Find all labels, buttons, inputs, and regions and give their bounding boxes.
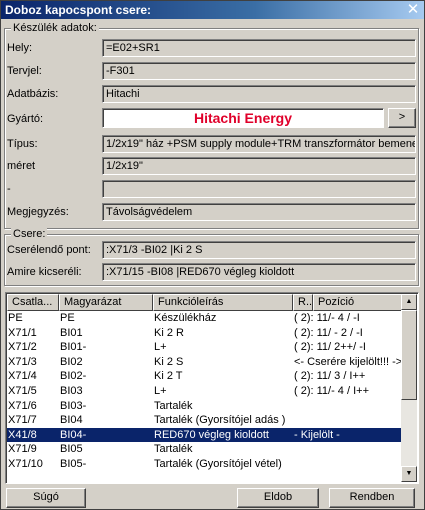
amire-label: Amire kicseréli:	[7, 266, 82, 278]
scroll-up-icon[interactable]: ▲	[401, 294, 417, 310]
table-row[interactable]: X71/2 BI01- L+ ( 2): 11/ 2++/ -I	[7, 340, 403, 355]
table-row[interactable]: X71/7 BI04 Tartalék (Gyorsítójel adás )	[7, 413, 403, 428]
title-bar: Doboz kapocspont csere: ✕	[1, 1, 424, 19]
cell-csatlakozo: X71/2	[8, 341, 37, 354]
column-header-csatlakozo[interactable]: Csatla...	[7, 294, 59, 311]
column-header-r[interactable]: R...	[293, 294, 313, 311]
megjegyzes-label: Megjegyzés:	[7, 206, 69, 218]
tervjel-field[interactable]: -F301	[102, 62, 416, 80]
hely-label: Hely:	[7, 42, 33, 54]
megjegyzes-field[interactable]: Távolságvédelem	[102, 203, 416, 221]
close-icon[interactable]: ✕	[406, 1, 420, 19]
dialog-window: Doboz kapocspont csere: ✕ Készülék adato…	[0, 0, 425, 510]
vertical-scrollbar[interactable]: ▲ ▼	[401, 294, 417, 482]
cell-csatlakozo: X71/10	[8, 457, 43, 470]
column-header-pozicio[interactable]: Pozíció	[313, 294, 404, 311]
tervjel-label: Tervjel:	[7, 65, 42, 77]
hely-field[interactable]: =E02+SR1	[102, 39, 416, 57]
meret-field[interactable]: 1/2x19"	[102, 157, 416, 175]
gyarto-label: Gyártó:	[7, 113, 44, 125]
cell-funkcioleiras: Tartalék (Gyorsítójel adás )	[154, 414, 286, 427]
cell-csatlakozo: PE	[8, 312, 23, 324]
table-row[interactable]: X71/9 BI05 Tartalék	[7, 442, 403, 457]
tipus-field[interactable]: 1/2x19" ház +PSM supply module+TRM trans…	[102, 135, 416, 153]
cell-funkcioleiras: Ki 2 R	[154, 326, 184, 339]
manufacturer-field[interactable]: Hitachi Energy	[102, 108, 384, 128]
cell-magyarazat: BI05-	[60, 457, 87, 470]
column-header-magyarazat[interactable]: Magyarázat	[59, 294, 153, 311]
cell-magyarazat: BI05	[60, 443, 83, 456]
cell-csatlakozo: X71/9	[8, 443, 37, 456]
cell-magyarazat: BI03-	[60, 399, 87, 412]
scroll-thumb[interactable]	[401, 310, 417, 400]
list-rows: PE PE Készülékház ( 2): 11/- 4 / -I X71/1 BI0…	[7, 311, 403, 472]
cell-funkcioleiras: L+	[154, 384, 167, 397]
adatbazis-field[interactable]: Hitachi	[102, 85, 416, 103]
cell-magyarazat: BI03	[60, 384, 83, 397]
cell-magyarazat: BI02	[60, 355, 83, 368]
terminal-list[interactable]: Csatla... Magyarázat Funkcióleírás R... …	[5, 292, 419, 484]
cell-pozicio: ( 2): 11/ 3 / I++	[294, 370, 366, 383]
cell-csatlakozo: X71/3	[8, 355, 37, 368]
help-button[interactable]: Súgó	[6, 488, 86, 508]
discard-button[interactable]: Eldob	[237, 488, 319, 508]
list-header: Csatla... Magyarázat Funkcióleírás R... …	[7, 294, 404, 311]
cell-funkcioleiras: Ki 2 T	[154, 370, 183, 383]
scroll-down-icon[interactable]: ▼	[401, 466, 417, 482]
cell-pozicio: ( 2): 11/- 4 / -I	[294, 312, 360, 324]
table-row[interactable]: X71/5 BI03 L+ ( 2): 11/- 4 / I++	[7, 384, 403, 399]
cell-funkcioleiras: Tartalék (Gyorsítójel vétel)	[154, 457, 282, 470]
dash-field[interactable]	[102, 180, 416, 198]
cell-funkcioleiras: Ki 2 S	[154, 355, 184, 368]
table-row[interactable]: X71/4 BI02- Ki 2 T ( 2): 11/ 3 / I++	[7, 369, 403, 384]
device-group-title: Készülék adatok:	[11, 22, 99, 34]
table-row[interactable]: PE PE Készülékház ( 2): 11/- 4 / -I	[7, 311, 403, 326]
cell-csatlakozo: X71/1	[8, 326, 37, 339]
cell-pozicio: ( 2): 11/ - 2 / -I	[294, 326, 363, 339]
column-header-funkcioleiras[interactable]: Funkcióleírás	[153, 294, 293, 311]
cell-magyarazat: BI01	[60, 326, 83, 339]
window-title: Doboz kapocspont csere:	[5, 3, 152, 17]
cell-pozicio: ( 2): 11/ 2++/ -I	[294, 341, 366, 354]
cell-csatlakozo: X41/8	[8, 428, 37, 441]
tipus-label: Típus:	[7, 138, 38, 150]
table-row[interactable]: X41/8 BI04- RED670 végleg kioldott - Kijelö…	[7, 427, 403, 443]
amire-field[interactable]: :X71/15 -BI08 |RED670 végleg kioldott	[102, 263, 416, 281]
table-row[interactable]: X71/6 BI03- Tartalék	[7, 399, 403, 414]
cell-funkcioleiras: RED670 végleg kioldott	[154, 428, 269, 441]
table-row[interactable]: X71/10 BI05- Tartalék (Gyorsítójel vétel)	[7, 457, 403, 472]
manufacturer-browse-button[interactable]: >	[388, 108, 416, 128]
cell-csatlakozo: X71/7	[8, 414, 37, 427]
exchange-group-title: Csere:	[11, 228, 48, 240]
cell-magyarazat: BI01-	[60, 341, 87, 354]
cell-funkcioleiras: Készülékház	[154, 312, 217, 324]
cserelendo-label: Cserélendő pont:	[7, 244, 91, 256]
cell-csatlakozo: X71/6	[8, 399, 37, 412]
cell-magyarazat: BI04	[60, 414, 83, 427]
cell-pozicio: ( 2): 11/- 4 / I++	[294, 384, 369, 397]
adatbazis-label: Adatbázis:	[7, 88, 59, 100]
table-row[interactable]: X71/3 BI02 Ki 2 S <- Cserére kijelölt!!! ->	[7, 355, 403, 370]
cell-csatlakozo: X71/5	[8, 384, 37, 397]
cell-magyarazat: BI02-	[60, 370, 87, 383]
cell-funkcioleiras: Tartalék	[154, 443, 193, 456]
ok-button[interactable]: Rendben	[329, 488, 415, 508]
cell-magyarazat: PE	[60, 312, 75, 324]
cell-pozicio: <- Cserére kijelölt!!! ->	[294, 355, 403, 368]
cserelendo-field[interactable]: :X71/3 -BI02 |Ki 2 S	[102, 241, 416, 259]
device-data-group: Készülék adatok:	[4, 22, 419, 229]
meret-label: méret	[7, 160, 36, 172]
table-row[interactable]: X71/1 BI01 Ki 2 R ( 2): 11/ - 2 / -I	[7, 326, 403, 341]
cell-funkcioleiras: Tartalék	[154, 399, 193, 412]
cell-csatlakozo: X71/4	[8, 370, 37, 383]
cell-pozicio: - Kijelölt -	[294, 428, 340, 441]
cell-magyarazat: BI04-	[60, 428, 87, 441]
dash-label: -	[7, 183, 11, 195]
cell-funkcioleiras: L+	[154, 341, 167, 354]
